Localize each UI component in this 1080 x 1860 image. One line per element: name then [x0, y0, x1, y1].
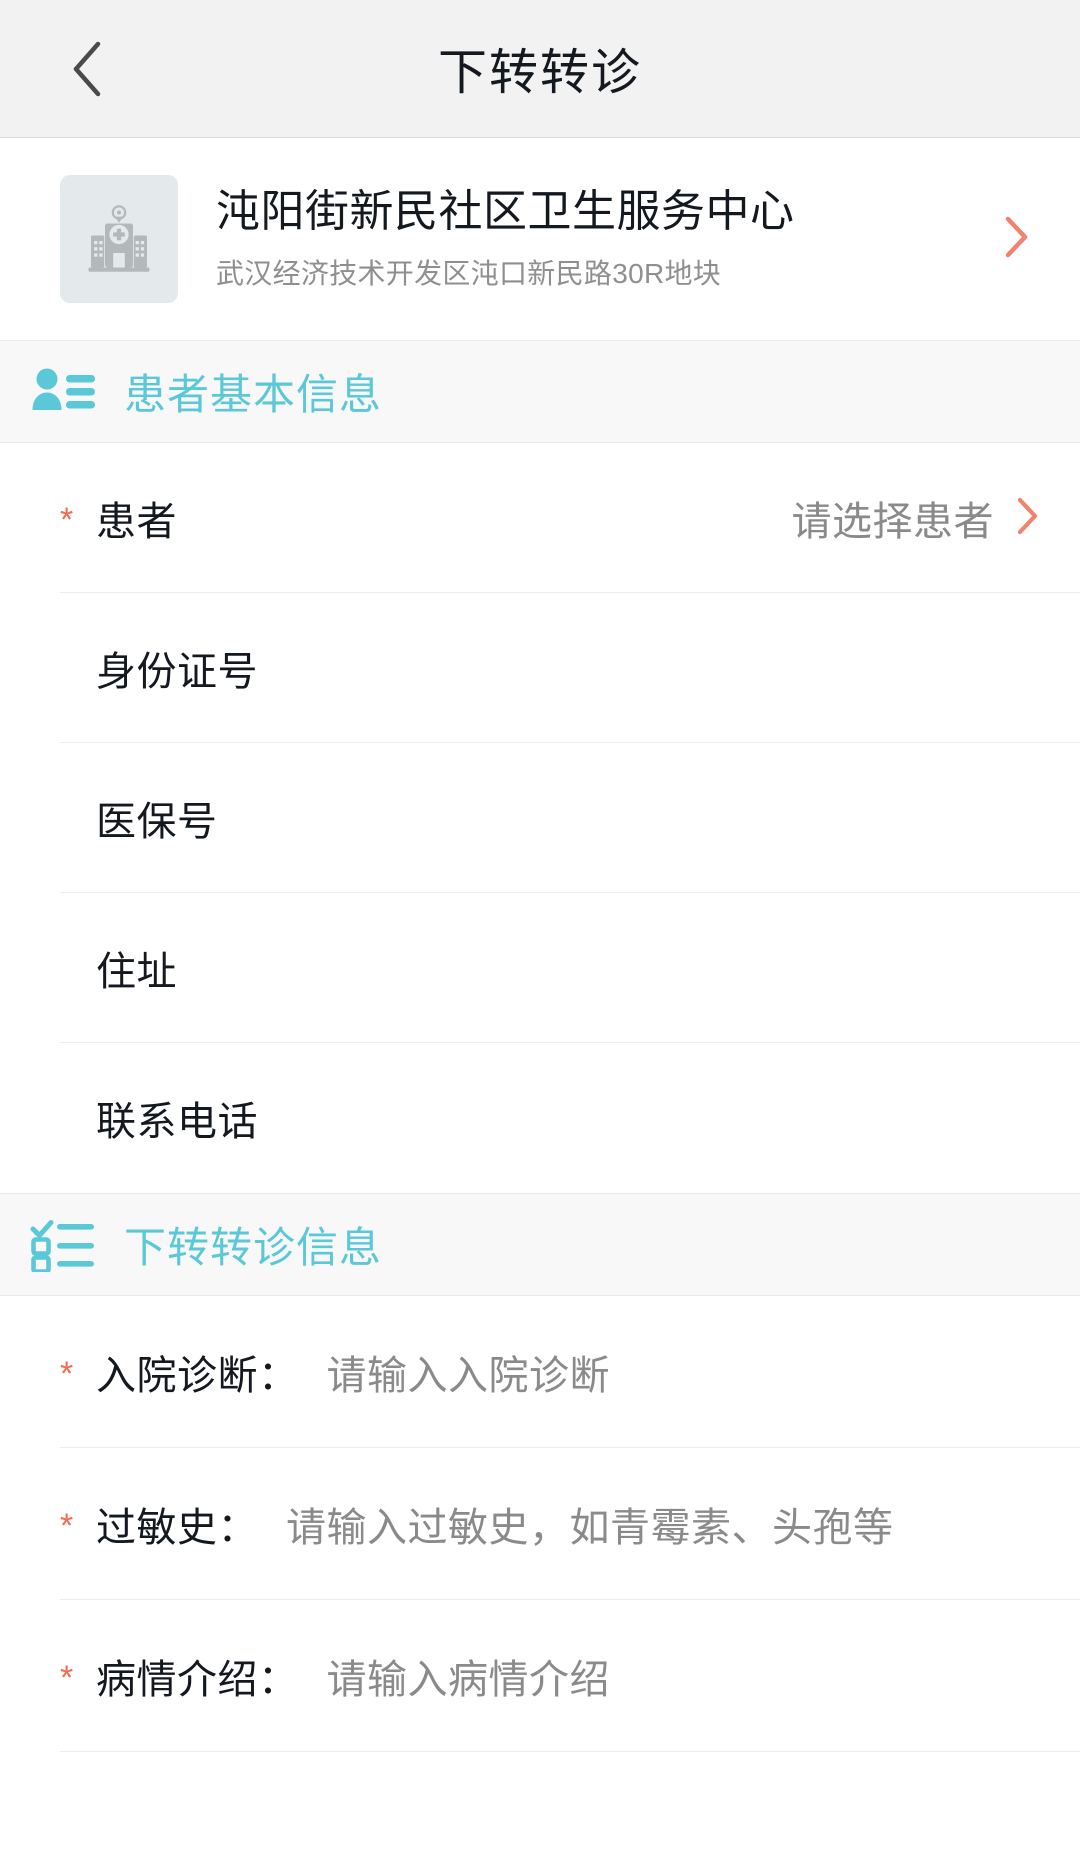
required-star-placeholder: *: [60, 949, 90, 987]
label-condition-description: 病情介绍：: [96, 1658, 299, 1702]
chevron-right-icon: [1004, 215, 1030, 264]
chevron-right-icon: [1016, 496, 1040, 541]
hospital-card[interactable]: 沌阳街新民社区卫生服务中心 武汉经济技术开发区沌口新民路30R地块: [0, 138, 1080, 340]
app-screen: 下转转诊 沌阳街新民社区卫生服务中心 武汉经济技术开发区沌口新民路30R地块 患…: [0, 0, 1080, 1860]
row-value-patient: 请选择患者: [791, 500, 994, 544]
back-button[interactable]: [52, 34, 122, 104]
referral-rows: * 入院诊断： 请输入入院诊断 * 过敏史： 请输入过敏史，如青霉素、头孢等 *…: [0, 1296, 1080, 1752]
required-star-placeholder: *: [60, 1099, 90, 1137]
row-label-address: 住址: [96, 950, 177, 994]
row-label-phone: 联系电话: [96, 1100, 258, 1144]
section-title-patient: 患者基本信息: [124, 371, 383, 418]
section-title-referral: 下转转诊信息: [124, 1224, 383, 1271]
hospital-thumbnail: [60, 175, 178, 303]
user-list-icon: [26, 364, 100, 420]
required-star: *: [60, 1355, 74, 1393]
chevron-left-icon: [70, 40, 104, 98]
row-phone[interactable]: * 联系电话: [0, 1043, 1080, 1193]
page-title: 下转转诊: [437, 46, 642, 100]
label-allergy-history: 过敏史：: [96, 1506, 258, 1550]
required-star-placeholder: *: [60, 799, 90, 837]
hospital-name: 沌阳街新民社区卫生服务中心: [216, 186, 795, 236]
checklist-icon: [26, 1217, 100, 1273]
row-id-number[interactable]: * 身份证号: [0, 593, 1080, 743]
label-admission-diagnosis: 入院诊断：: [96, 1354, 299, 1398]
row-label-id-number: 身份证号: [96, 650, 258, 694]
row-label-patient: 患者: [96, 500, 177, 544]
required-star: *: [60, 1507, 74, 1545]
section-header-referral: 下转转诊信息: [0, 1193, 1080, 1296]
input-admission-diagnosis[interactable]: 请输入入院诊断: [327, 1343, 611, 1401]
hospital-building-icon: [82, 202, 156, 276]
row-condition-description[interactable]: * 病情介绍： 请输入病情介绍: [0, 1600, 1080, 1752]
required-star: *: [60, 1659, 74, 1697]
input-condition-description[interactable]: 请输入病情介绍: [327, 1647, 611, 1705]
row-chevron-patient[interactable]: [1016, 496, 1040, 541]
required-star: *: [60, 501, 74, 539]
row-patient-select[interactable]: * 患者 请选择患者: [0, 443, 1080, 593]
navigation-bar: 下转转诊: [0, 0, 1080, 138]
hospital-card-chevron[interactable]: [1004, 215, 1030, 264]
row-label-insurance-number: 医保号: [96, 800, 218, 844]
row-insurance-number[interactable]: * 医保号: [0, 743, 1080, 893]
hospital-text-block: 沌阳街新民社区卫生服务中心 武汉经济技术开发区沌口新民路30R地块: [216, 186, 994, 293]
required-star-placeholder: *: [60, 649, 90, 687]
hospital-address: 武汉经济技术开发区沌口新民路30R地块: [216, 258, 722, 290]
row-address[interactable]: * 住址: [0, 893, 1080, 1043]
patient-rows: * 患者 请选择患者 * 身份证号 * 医保号: [0, 443, 1080, 1193]
input-allergy-history[interactable]: 请输入过敏史，如青霉素、头孢等: [286, 1495, 894, 1553]
row-allergy-history[interactable]: * 过敏史： 请输入过敏史，如青霉素、头孢等: [0, 1448, 1080, 1600]
row-admission-diagnosis[interactable]: * 入院诊断： 请输入入院诊断: [0, 1296, 1080, 1448]
section-header-patient: 患者基本信息: [0, 340, 1080, 443]
